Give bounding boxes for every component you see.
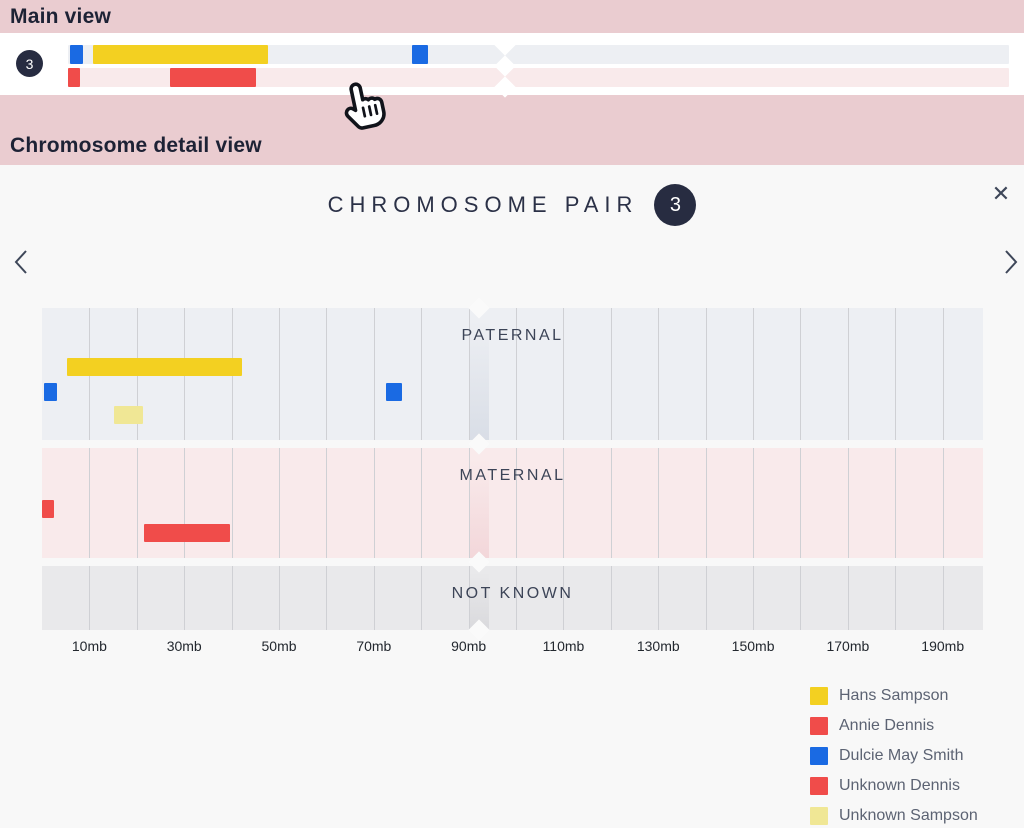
main-view-chromosome-row: 3 — [0, 33, 1024, 95]
main-view-header-band: Main view — [0, 0, 1024, 33]
mini-dna-segment[interactable] — [170, 68, 256, 87]
dna-segment[interactable] — [144, 524, 230, 542]
main-view-title: Main view — [10, 5, 111, 29]
mini-chromosome-bars[interactable] — [68, 45, 1009, 87]
chromosome-pair-badge: 3 — [654, 184, 696, 226]
not-known-track-label: NOT KNOWN — [42, 585, 983, 603]
gridline-150mb — [753, 448, 754, 558]
gridline-10mb — [89, 448, 90, 558]
chromosome-number-badge: 3 — [16, 50, 43, 77]
legend-item: Annie Dennis — [810, 711, 978, 741]
gridline-100mb — [516, 448, 517, 558]
gridline-110mb — [563, 448, 564, 558]
paternal-track-label: PATERNAL — [42, 327, 983, 345]
gridline-130mb — [658, 448, 659, 558]
legend-label: Unknown Sampson — [839, 807, 978, 825]
gridline-60mb — [326, 448, 327, 558]
hand-cursor-icon — [338, 73, 394, 131]
dna-segment[interactable] — [386, 383, 403, 401]
axis-tick-label: 30mb — [167, 638, 202, 654]
legend-item: Dulcie May Smith — [810, 741, 978, 771]
detail-view-header: Chromosome detail view — [10, 134, 262, 158]
dna-segment[interactable] — [42, 500, 54, 518]
maternal-track[interactable]: MATERNAL — [42, 448, 983, 558]
gridline-160mb — [800, 448, 801, 558]
dna-segment[interactable] — [67, 358, 242, 376]
legend-swatch — [810, 717, 828, 735]
gridline-120mb — [611, 448, 612, 558]
legend-swatch — [810, 807, 828, 825]
gridline-140mb — [706, 448, 707, 558]
axis-tick-label: 110mb — [543, 638, 585, 654]
axis-tick-label: 70mb — [356, 638, 391, 654]
axis-tick-label: 150mb — [732, 638, 775, 654]
legend-item: Unknown Sampson — [810, 801, 978, 831]
mini-dna-segment[interactable] — [68, 68, 80, 87]
detail-title-row: CHROMOSOME PAIR 3 — [0, 184, 1024, 226]
gridline-190mb — [943, 448, 944, 558]
axis-tick-label: 50mb — [262, 638, 297, 654]
gridline-170mb — [848, 448, 849, 558]
legend-label: Dulcie May Smith — [839, 747, 963, 765]
centromere-band — [470, 448, 488, 558]
legend-label: Hans Sampson — [839, 687, 948, 705]
previous-chromosome-button[interactable] — [8, 247, 36, 277]
legend-label: Annie Dennis — [839, 717, 934, 735]
chevron-left-icon — [8, 247, 36, 277]
gridline-20mb — [137, 448, 138, 558]
gridline-80mb — [421, 448, 422, 558]
chevron-right-icon — [996, 247, 1024, 277]
axis-labels: 10mb 30mb 50mb 70mb 90mb 110mb 130mb 150mb 170mb… — [42, 638, 983, 656]
legend-swatch — [810, 747, 828, 765]
detail-title: CHROMOSOME PAIR — [328, 192, 639, 218]
axis-tick-label: 170mb — [826, 638, 869, 654]
legend-swatch — [810, 687, 828, 705]
mini-dna-segment[interactable] — [70, 45, 83, 64]
mini-paternal-bar[interactable] — [68, 45, 1009, 64]
mini-dna-segment[interactable] — [412, 45, 429, 64]
dna-segment[interactable] — [114, 406, 143, 424]
dna-segment[interactable] — [44, 383, 57, 401]
gridline-180mb — [895, 448, 896, 558]
chromosome-detail-panel: CHROMOSOME PAIR 3 ✕ PATERNAL MATERNAL NO… — [0, 165, 1024, 828]
mini-dna-segment[interactable] — [93, 45, 268, 64]
not-known-track[interactable]: NOT KNOWN — [42, 566, 983, 630]
gridline-40mb — [232, 448, 233, 558]
axis-tick-label: 90mb — [451, 638, 486, 654]
close-button[interactable]: ✕ — [986, 179, 1016, 209]
legend-swatch — [810, 777, 828, 795]
axis-tick-label: 10mb — [72, 638, 107, 654]
maternal-track-label: MATERNAL — [42, 467, 983, 485]
axis-tick-label: 190mb — [921, 638, 964, 654]
next-chromosome-button[interactable] — [996, 247, 1024, 277]
axis-tick-label: 130mb — [637, 638, 680, 654]
legend-label: Unknown Dennis — [839, 777, 960, 795]
gridline-70mb — [374, 448, 375, 558]
mini-maternal-bar[interactable] — [68, 68, 1009, 87]
legend-item: Unknown Dennis — [810, 771, 978, 801]
detail-view-header-band: Chromosome detail view — [0, 95, 1024, 165]
gridline-50mb — [279, 448, 280, 558]
legend-item: Hans Sampson — [810, 681, 978, 711]
chromosome-detail-chart[interactable]: PATERNAL MATERNAL NOT KNOWN — [42, 308, 983, 630]
paternal-track[interactable]: PATERNAL — [42, 308, 983, 440]
legend: Hans Sampson Annie Dennis Dulcie May Smith… — [810, 681, 978, 831]
